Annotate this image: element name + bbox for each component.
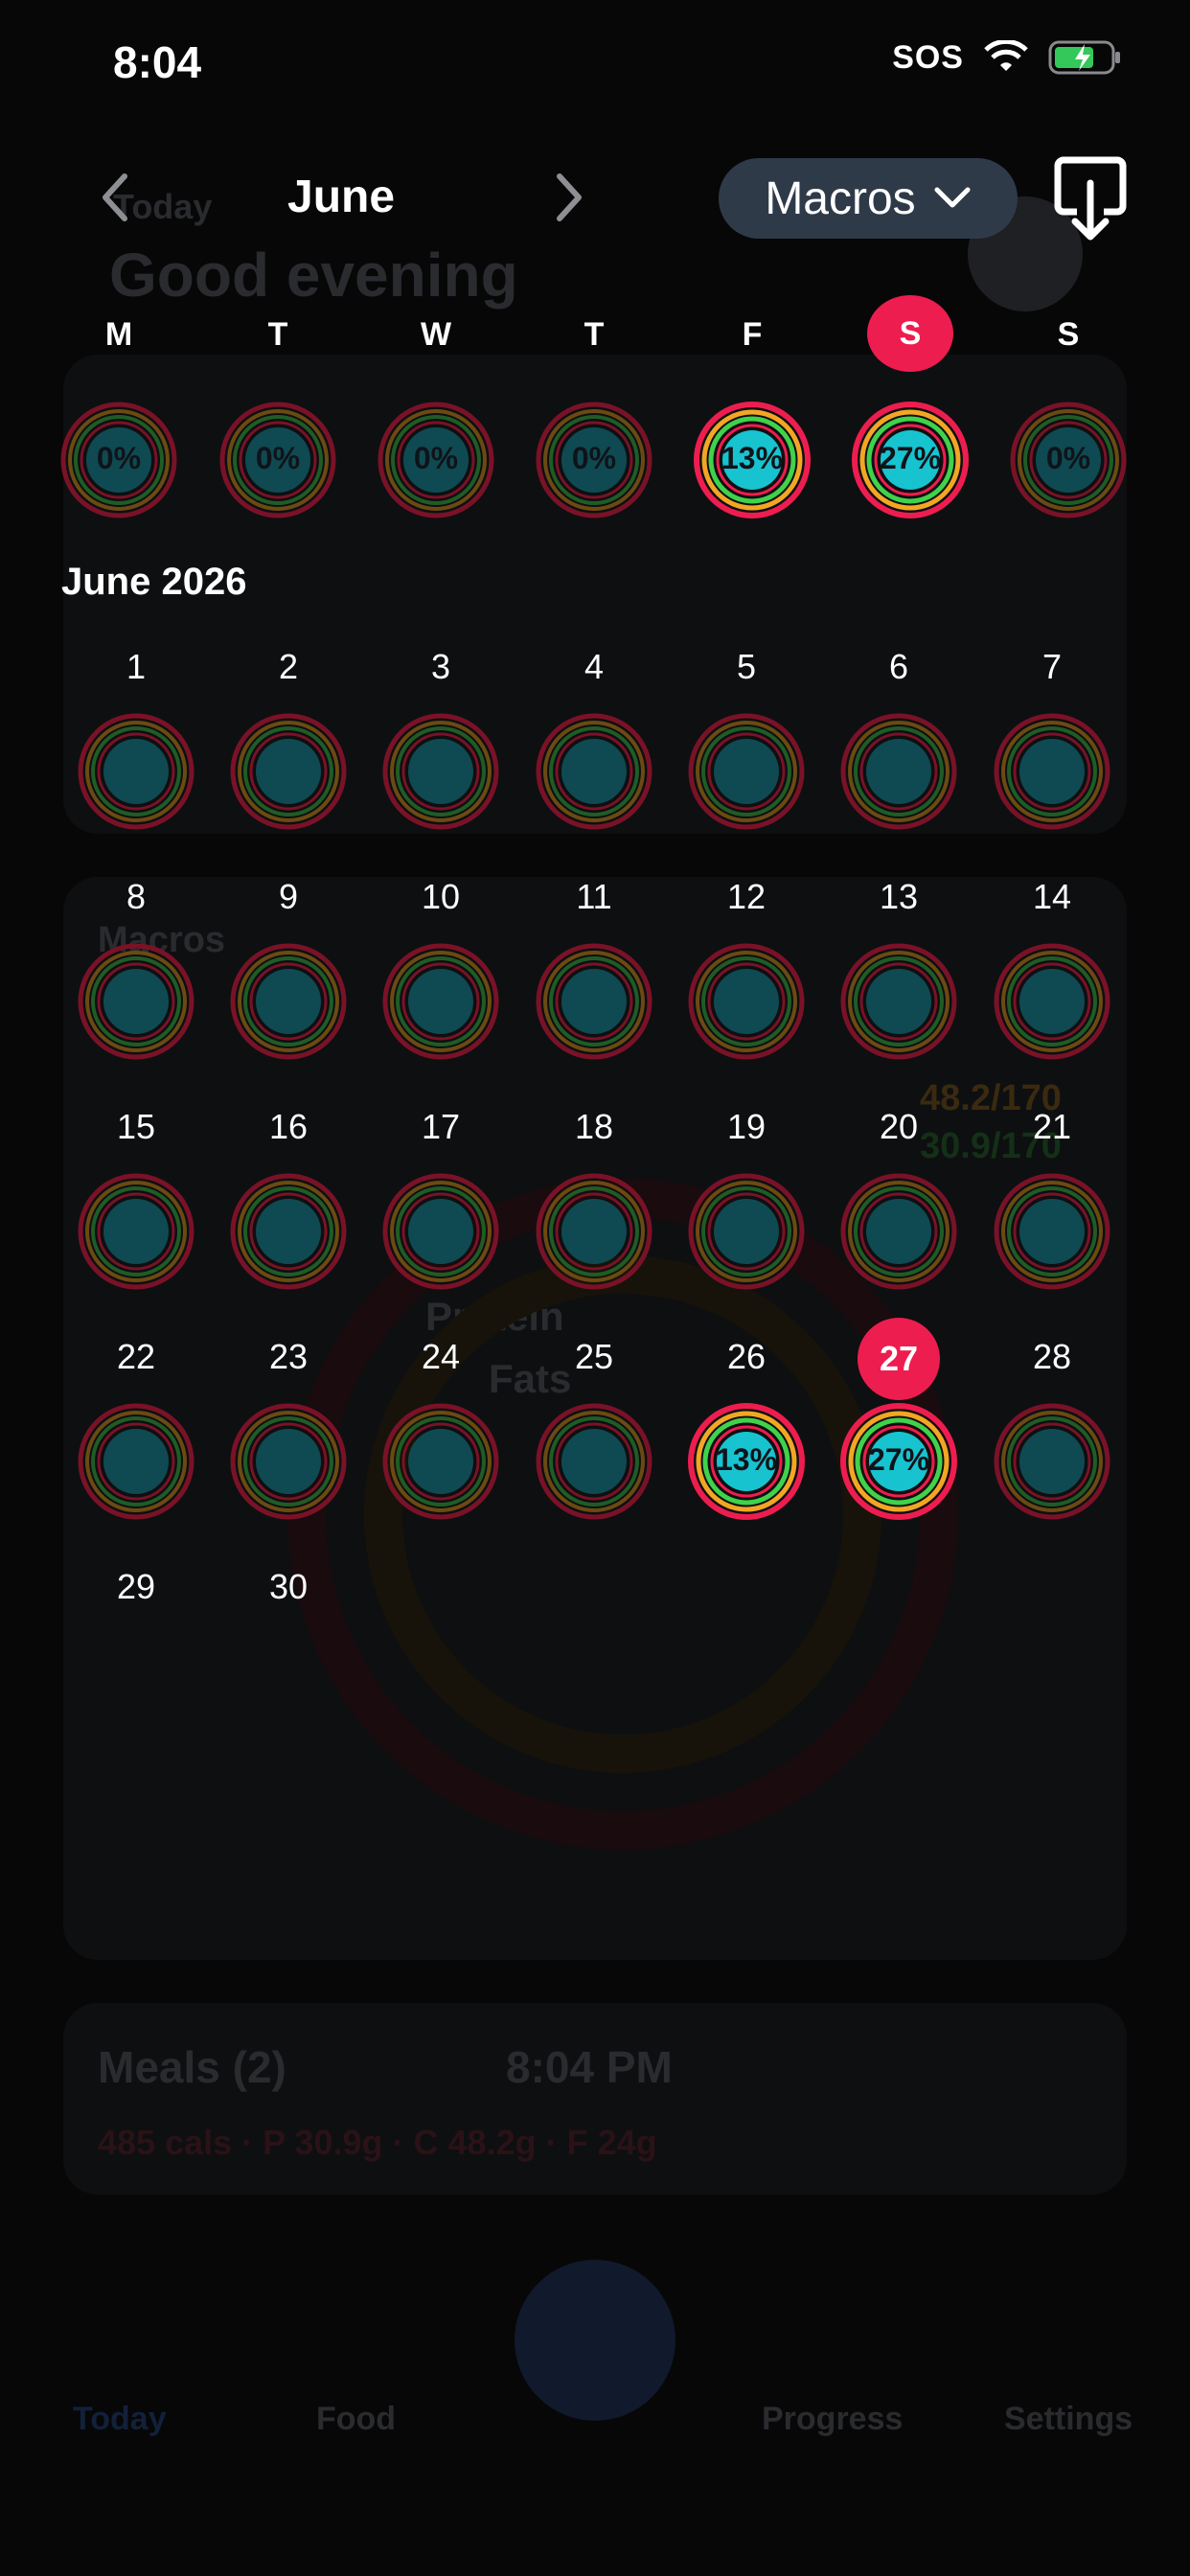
calendar-day-number[interactable]: 25 <box>546 1337 642 1377</box>
calendar-day-ring[interactable] <box>229 942 348 1066</box>
calendar-day-number[interactable]: 7 <box>1004 647 1100 687</box>
week-day-percent: 0% <box>96 441 142 475</box>
calendar-day-number[interactable]: 16 <box>240 1107 336 1147</box>
bg-tab-today: Today <box>73 2401 167 2437</box>
calendar-day-ring[interactable] <box>535 1172 653 1296</box>
calendar-day-number[interactable]: 9 <box>240 877 336 917</box>
calendar-day-ring[interactable] <box>77 1402 195 1526</box>
bg-meals-time: 8:04 PM <box>506 2042 673 2092</box>
calendar-day-number[interactable]: 23 <box>240 1337 336 1377</box>
calendar-day-number[interactable]: 6 <box>851 647 947 687</box>
calendar-day-ring[interactable] <box>77 1172 195 1296</box>
macros-dropdown-label: Macros <box>765 172 916 224</box>
calendar-day-ring[interactable] <box>77 942 195 1066</box>
calendar-day-ring[interactable] <box>381 1172 500 1296</box>
week-day-percent: 0% <box>255 441 301 475</box>
week-day-percent: 0% <box>413 441 459 475</box>
bg-tab-food: Food <box>316 2401 397 2437</box>
calendar-day-ring[interactable] <box>229 1402 348 1526</box>
calendar-day-number[interactable]: 15 <box>88 1107 184 1147</box>
calendar-day-ring[interactable] <box>229 712 348 836</box>
week-day-label: T <box>267 316 288 353</box>
calendar-day-ring[interactable] <box>535 712 653 836</box>
status-time: 8:04 <box>113 37 202 87</box>
calendar-day-number[interactable]: 1 <box>88 647 184 687</box>
month-heading: June 2026 <box>61 561 247 603</box>
calendar-day-ring[interactable] <box>535 942 653 1066</box>
calendar-day-number[interactable]: 18 <box>546 1107 642 1147</box>
chevron-right-icon <box>557 173 582 221</box>
chevron-left-icon <box>103 173 127 221</box>
calendar-day-number[interactable]: 28 <box>1004 1337 1100 1377</box>
calendar-day-ring[interactable] <box>839 1172 958 1296</box>
calendar-day-ring[interactable] <box>381 942 500 1066</box>
week-day-percent: 0% <box>571 441 617 475</box>
calendar-day-number[interactable]: 19 <box>698 1107 794 1147</box>
calendar-day-ring[interactable] <box>381 1402 500 1526</box>
status-icons: SOS <box>892 38 1123 77</box>
calendar-day-number[interactable]: 27 <box>858 1318 940 1400</box>
calendar-day-number[interactable]: 14 <box>1004 877 1100 917</box>
calendar-day-ring[interactable] <box>687 942 806 1066</box>
calendar-day-number[interactable]: 5 <box>698 647 794 687</box>
calendar-day-percent: 27% <box>867 1442 930 1477</box>
calendar-day-ring[interactable] <box>381 712 500 836</box>
calendar-day-ring[interactable] <box>993 712 1111 836</box>
calendar-day-number[interactable]: 4 <box>546 647 642 687</box>
month-title: June <box>287 172 396 222</box>
calendar-day-ring[interactable] <box>839 942 958 1066</box>
wifi-icon <box>984 40 1028 71</box>
week-day-label: F <box>742 316 763 353</box>
bg-tab-progress: Progress <box>762 2401 904 2437</box>
calendar-day-number[interactable]: 11 <box>546 877 642 917</box>
bg-meals-title: Meals (2) <box>98 2042 286 2092</box>
calendar-day-number[interactable]: 20 <box>851 1107 947 1147</box>
calendar-day-ring[interactable] <box>687 1172 806 1296</box>
week-day-label: S <box>867 295 953 372</box>
week-day-percent: 13% <box>721 441 784 475</box>
calendar-day-number[interactable]: 29 <box>88 1567 184 1607</box>
bg-meals-summary: 485 cals · P 30.9g · C 48.2g · F 24g <box>98 2123 657 2162</box>
sos-indicator: SOS <box>892 38 964 76</box>
calendar-day-number[interactable]: 21 <box>1004 1107 1100 1147</box>
macros-dropdown[interactable]: Macros <box>719 158 1018 239</box>
calendar-day-number[interactable]: 30 <box>240 1567 336 1607</box>
week-day-percent: 0% <box>1045 441 1091 475</box>
calendar-day-ring[interactable] <box>535 1402 653 1526</box>
week-day-label: W <box>420 316 452 353</box>
calendar-day-ring[interactable] <box>993 1402 1111 1526</box>
next-month-button[interactable] <box>540 169 598 226</box>
export-button[interactable] <box>1052 156 1129 242</box>
calendar-day-ring[interactable] <box>993 942 1111 1066</box>
bg-meals-card <box>63 2003 1127 2195</box>
calendar-day-number[interactable]: 22 <box>88 1337 184 1377</box>
calendar-day-ring[interactable] <box>687 712 806 836</box>
calendar-day-number[interactable]: 10 <box>393 877 489 917</box>
calendar-day-number[interactable]: 24 <box>393 1337 489 1377</box>
calendar-day-ring[interactable] <box>77 712 195 836</box>
week-day-percent: 27% <box>879 441 942 475</box>
calendar-day-number[interactable]: 17 <box>393 1107 489 1147</box>
week-day-label: T <box>584 316 605 353</box>
calendar-day-ring[interactable] <box>229 1172 348 1296</box>
battery-icon <box>1048 40 1120 75</box>
bg-add-button <box>515 2260 675 2421</box>
calendar-day-number[interactable]: 13 <box>851 877 947 917</box>
bg-tab-settings: Settings <box>1004 2401 1133 2437</box>
bg-greeting: Good evening <box>109 241 518 310</box>
calendar-day-number[interactable]: 26 <box>698 1337 794 1377</box>
download-icon <box>1054 156 1127 241</box>
calendar-day-ring[interactable] <box>993 1172 1111 1296</box>
calendar-day-ring[interactable] <box>839 712 958 836</box>
calendar-day-percent: 13% <box>715 1442 778 1477</box>
chevron-down-icon <box>934 187 971 208</box>
calendar-day-number[interactable]: 3 <box>393 647 489 687</box>
calendar-day-number[interactable]: 12 <box>698 877 794 917</box>
calendar-day-number[interactable]: 2 <box>240 647 336 687</box>
calendar-day-number[interactable]: 8 <box>88 877 184 917</box>
prev-month-button[interactable] <box>86 169 144 226</box>
bg-legend-protein: Protein <box>425 1294 564 1339</box>
week-day-label: M <box>104 316 133 353</box>
week-day-label: S <box>1057 316 1080 353</box>
